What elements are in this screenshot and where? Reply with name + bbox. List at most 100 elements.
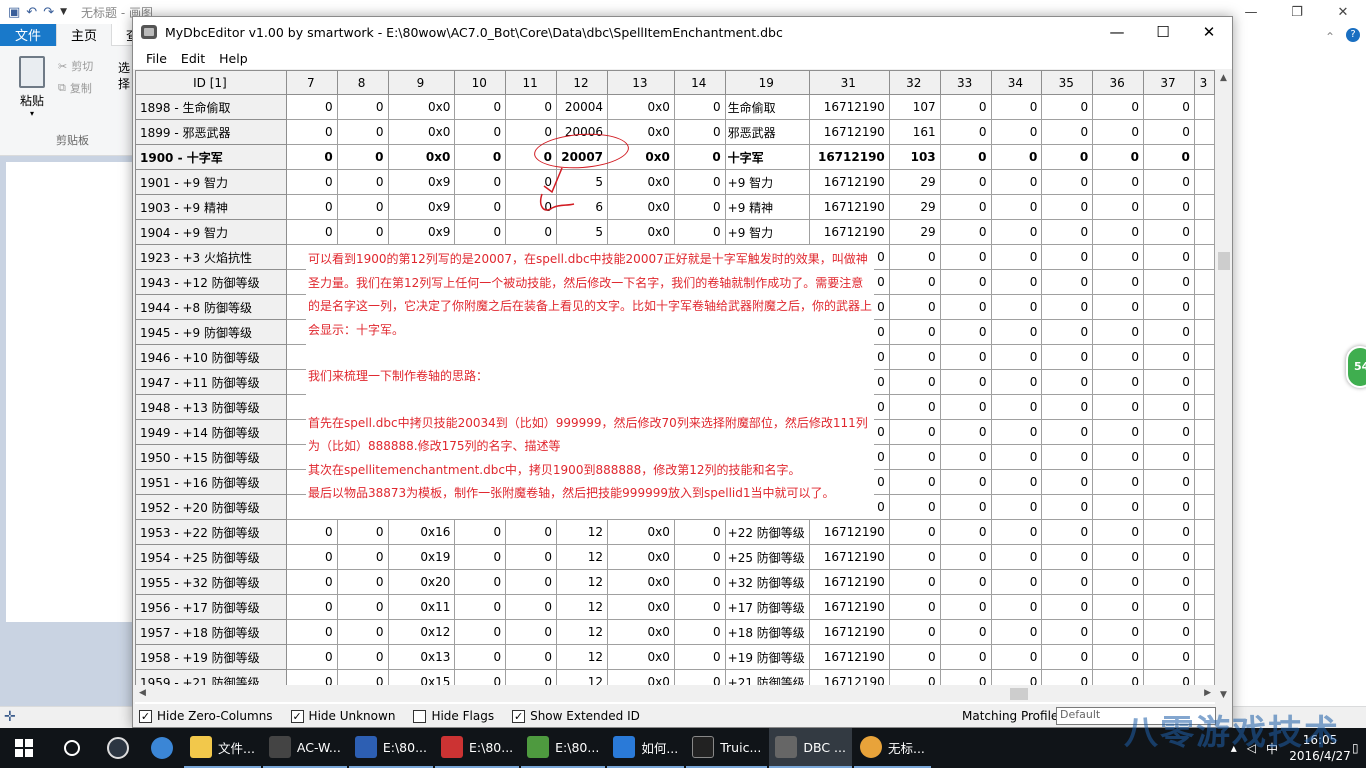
table-row[interactable]: 1954 - +25 防御等级 0 0 0x19 0 0 12 0x0 0 +25 防御等级 167…	[135, 544, 1215, 570]
grid-cell[interactable]	[1193, 419, 1215, 445]
column-header[interactable]: 7	[285, 70, 338, 95]
row-id-cell[interactable]: 1953 - +22 防御等级	[135, 519, 287, 545]
column-header[interactable]: 10	[454, 70, 507, 95]
grid-cell[interactable]: 0	[1041, 244, 1094, 270]
row-id-cell[interactable]: 1923 - +3 火焰抗性	[135, 244, 287, 270]
grid-cell[interactable]: 0	[454, 169, 507, 195]
scroll-right-icon[interactable]: ▶	[1204, 685, 1211, 702]
grid-cell[interactable]: 0	[1143, 294, 1195, 320]
grid-cell[interactable]: 0x0	[607, 569, 675, 595]
grid-cell[interactable]: 0	[336, 94, 389, 120]
taskbar-item-e80-1[interactable]: E:\80...	[348, 728, 433, 768]
grid-cell[interactable]: 0	[1041, 619, 1094, 645]
taskbar-item-acw[interactable]: AC-W...	[262, 728, 347, 768]
grid-cell[interactable]: 0	[939, 319, 992, 345]
grid-cell[interactable]: 0	[990, 144, 1043, 170]
taskbar-item-explorer[interactable]: 文件...	[184, 728, 261, 768]
grid-cell[interactable]: 0	[1143, 519, 1195, 545]
row-id-cell[interactable]: 1899 - 邪恶武器	[135, 119, 287, 145]
grid-cell[interactable]: 0	[1143, 244, 1195, 270]
grid-cell[interactable]: 0	[1092, 344, 1145, 370]
menu-edit[interactable]: Edit	[174, 51, 212, 66]
grid-cell[interactable]: 0	[939, 269, 992, 295]
grid-cell[interactable]: 0	[673, 219, 726, 245]
grid-cell[interactable]: 29	[888, 169, 941, 195]
help-icon[interactable]: ?	[1346, 28, 1360, 42]
grid-cell[interactable]: +9 精神	[724, 194, 810, 220]
start-button[interactable]	[0, 728, 48, 768]
tab-home[interactable]: 主页	[56, 23, 113, 46]
grid-cell[interactable]: 0	[990, 469, 1043, 495]
grid-cell[interactable]: 12	[556, 594, 609, 620]
grid-cell[interactable]: 0	[1143, 194, 1195, 220]
grid-cell[interactable]: 0	[990, 219, 1043, 245]
grid-cell[interactable]: 0	[1041, 469, 1094, 495]
grid-cell[interactable]: 0	[336, 594, 389, 620]
grid-cell[interactable]: 0	[1143, 169, 1195, 195]
hide-flags-checkbox[interactable]: Hide Flags	[413, 709, 494, 723]
row-id-cell[interactable]: 1956 - +17 防御等级	[135, 594, 287, 620]
grid-cell[interactable]: 0	[336, 619, 389, 645]
horizontal-scroll-thumb[interactable]	[1010, 688, 1028, 700]
minimize-button[interactable]: —	[1094, 17, 1140, 47]
row-id-cell[interactable]: 1947 - +11 防御等级	[135, 369, 287, 395]
grid-cell[interactable]: 0	[1092, 419, 1145, 445]
grid-cell[interactable]: +17 防御等级	[724, 594, 810, 620]
close-button[interactable]: ✕	[1320, 0, 1366, 24]
grid-cell[interactable]: 0	[939, 119, 992, 145]
scroll-down-icon[interactable]: ▼	[1215, 687, 1232, 704]
taskbar-item-dbc[interactable]: DBC ...	[769, 728, 852, 768]
grid-cell[interactable]: 0	[939, 219, 992, 245]
grid-cell[interactable]: 0	[1092, 194, 1145, 220]
grid-cell[interactable]: 0	[939, 394, 992, 420]
restore-button[interactable]: ❐	[1274, 0, 1320, 24]
grid-cell[interactable]: 0	[1143, 494, 1195, 520]
scroll-up-icon[interactable]: ▲	[1215, 70, 1232, 87]
grid-cell[interactable]: 0	[990, 244, 1043, 270]
grid-cell[interactable]: 0	[1092, 494, 1145, 520]
grid-cell[interactable]	[1193, 444, 1215, 470]
grid-cell[interactable]: 0x0	[387, 119, 456, 145]
grid-cell[interactable]: 0	[990, 644, 1043, 670]
grid-cell[interactable]: 0	[990, 394, 1043, 420]
hide-unknown-checkbox[interactable]: ✓ Hide Unknown	[290, 709, 395, 723]
taskbar-item-e80-3[interactable]: E:\80...	[521, 728, 606, 768]
grid-cell[interactable]: 16712190	[808, 544, 890, 570]
grid-cell[interactable]: 0	[888, 644, 941, 670]
tab-file[interactable]: 文件	[0, 23, 56, 46]
grid-cell[interactable]: 0x9	[387, 219, 456, 245]
row-id-cell[interactable]: 1946 - +10 防御等级	[135, 344, 287, 370]
table-row[interactable]: 1957 - +18 防御等级 0 0 0x12 0 0 12 0x0 0 +18 防御等级 167…	[135, 619, 1215, 645]
grid-cell[interactable]: 0	[990, 194, 1043, 220]
column-header[interactable]: 36	[1092, 70, 1145, 95]
grid-cell[interactable]: 0	[1143, 619, 1195, 645]
grid-cell[interactable]: 0	[1143, 444, 1195, 470]
row-id-cell[interactable]: 1944 - +8 防御等级	[135, 294, 287, 320]
grid-cell[interactable]: 12	[556, 544, 609, 570]
grid-cell[interactable]	[1193, 469, 1215, 495]
grid-cell[interactable]: 0	[1041, 569, 1094, 595]
grid-cell[interactable]: 0	[990, 294, 1043, 320]
grid-cell[interactable]: 0	[454, 544, 507, 570]
grid-cell[interactable]: 0	[336, 569, 389, 595]
grid-cell[interactable]: 0	[888, 269, 941, 295]
grid-cell[interactable]: 0	[285, 194, 338, 220]
grid-cell[interactable]: 0x19	[387, 544, 456, 570]
grid-cell[interactable]: 0	[990, 619, 1043, 645]
grid-cell[interactable]: 0	[990, 444, 1043, 470]
grid-cell[interactable]: 0	[888, 569, 941, 595]
table-row[interactable]: 1899 - 邪恶武器 0 0 0x0 0 0 20006 0x0 0 邪恶武器 16712190 1…	[135, 119, 1215, 145]
column-header[interactable]: 3	[1193, 70, 1215, 95]
grid-cell[interactable]: 0	[1143, 469, 1195, 495]
grid-cell[interactable]: 0	[1143, 394, 1195, 420]
grid-cell[interactable]: 0	[454, 519, 507, 545]
grid-cell[interactable]: 0	[1143, 344, 1195, 370]
search-button[interactable]	[48, 728, 96, 768]
grid-cell[interactable]: 0x9	[387, 194, 456, 220]
undo-icon[interactable]: ↶	[26, 5, 37, 20]
grid-cell[interactable]: 0	[454, 569, 507, 595]
grid-cell[interactable]: 0x0	[607, 94, 675, 120]
grid-cell[interactable]: 0	[673, 544, 726, 570]
grid-cell[interactable]: 0	[454, 94, 507, 120]
grid-cell[interactable]: 0	[1041, 219, 1094, 245]
